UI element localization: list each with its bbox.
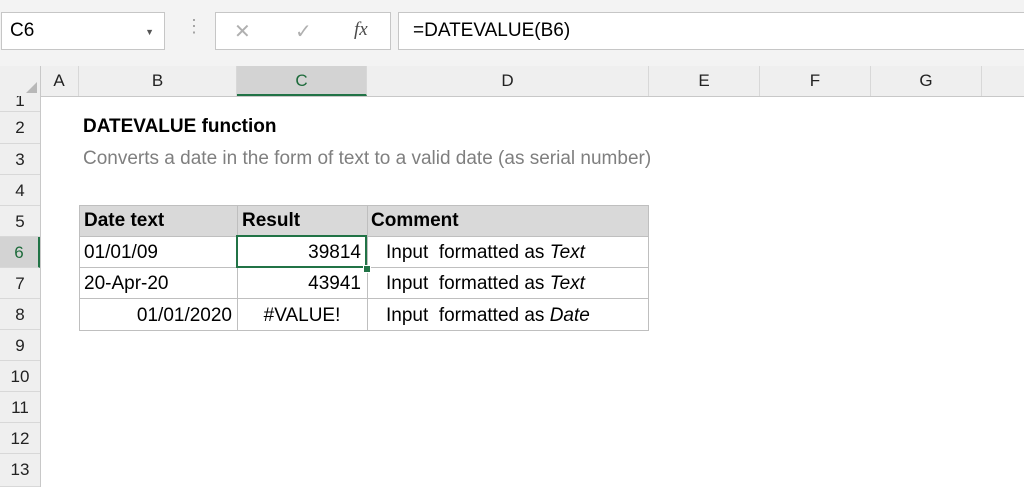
fill-handle[interactable]: [363, 265, 371, 273]
select-all-icon: [26, 82, 37, 93]
table-cell-comment[interactable]: Input formatted as Date: [386, 305, 590, 327]
row-header-8[interactable]: 8: [0, 299, 40, 330]
row-header-7[interactable]: 7: [0, 268, 40, 299]
table-cell-comment[interactable]: Input formatted as Text: [386, 242, 585, 264]
active-cell-selection[interactable]: [236, 235, 367, 268]
insert-function-icon[interactable]: fx: [354, 19, 368, 41]
table-border: [648, 205, 649, 331]
column-header-a[interactable]: A: [40, 66, 79, 96]
table-header-result[interactable]: Result: [242, 210, 300, 232]
table-cell-date-text[interactable]: 20-Apr-20: [84, 273, 169, 295]
table-border: [79, 298, 649, 299]
name-box[interactable]: C6 ▼: [1, 12, 165, 50]
table-header-fill: [79, 205, 649, 236]
row-header-12[interactable]: 12: [0, 423, 40, 454]
formula-bar: C6 ▼ ⋮ ✕ ✓ fx =DATEVALUE(B6): [0, 0, 1024, 67]
column-headers: A B C D E F G: [0, 66, 1024, 97]
table-cell-result[interactable]: #VALUE!: [237, 305, 367, 327]
table-cell-date-text[interactable]: 01/01/2020: [79, 305, 232, 327]
comment-text: Input formatted as: [386, 242, 550, 263]
formula-text: =DATEVALUE(B6): [413, 20, 571, 41]
table-header-date-text[interactable]: Date text: [84, 210, 164, 232]
chevron-down-icon[interactable]: ▼: [145, 27, 154, 37]
column-header-d[interactable]: D: [367, 66, 649, 96]
column-header-e[interactable]: E: [649, 66, 760, 96]
column-header-b[interactable]: B: [79, 66, 237, 96]
column-header-g[interactable]: G: [871, 66, 982, 96]
comment-format-type: Text: [549, 273, 585, 294]
table-cell-date-text[interactable]: 01/01/09: [84, 242, 158, 264]
formula-controls: ✕ ✓ fx: [215, 12, 391, 50]
table-border: [79, 205, 649, 206]
row-header-9[interactable]: 9: [0, 330, 40, 361]
table-header-comment[interactable]: Comment: [371, 210, 459, 232]
row-header-3[interactable]: 3: [0, 144, 40, 175]
row-header-10[interactable]: 10: [0, 361, 40, 392]
sheet-subtitle[interactable]: Converts a date in the form of text to a…: [83, 148, 651, 170]
comment-format-type: Text: [549, 242, 585, 263]
column-header-c[interactable]: C: [237, 66, 367, 96]
name-box-value: C6: [10, 20, 35, 41]
row-header-11[interactable]: 11: [0, 392, 40, 423]
select-all-button[interactable]: [0, 66, 41, 96]
table-cell-comment[interactable]: Input formatted as Text: [386, 273, 585, 295]
table-cell-result[interactable]: 43941: [237, 273, 361, 295]
comment-text: Input formatted as: [386, 273, 550, 294]
sheet-title[interactable]: DATEVALUE function: [83, 116, 277, 138]
checkmark-icon[interactable]: ✓: [295, 19, 312, 44]
row-headers: 1 2 3 4 5 6 7 8 9 10 11 12 13: [0, 96, 41, 487]
column-header-f[interactable]: F: [760, 66, 871, 96]
row-header-2[interactable]: 2: [0, 112, 40, 144]
comment-text: Input formatted as: [386, 305, 550, 326]
row-header-13[interactable]: 13: [0, 454, 40, 487]
row-header-6[interactable]: 6: [0, 237, 40, 268]
drag-handle-icon[interactable]: ⋮: [185, 17, 203, 35]
comment-format-type: Date: [549, 305, 590, 326]
row-header-4[interactable]: 4: [0, 175, 40, 206]
table-border: [79, 330, 649, 331]
cancel-icon[interactable]: ✕: [234, 19, 251, 44]
row-header-1[interactable]: 1: [0, 96, 40, 112]
formula-input[interactable]: =DATEVALUE(B6): [398, 12, 1024, 50]
row-header-5[interactable]: 5: [0, 206, 40, 237]
